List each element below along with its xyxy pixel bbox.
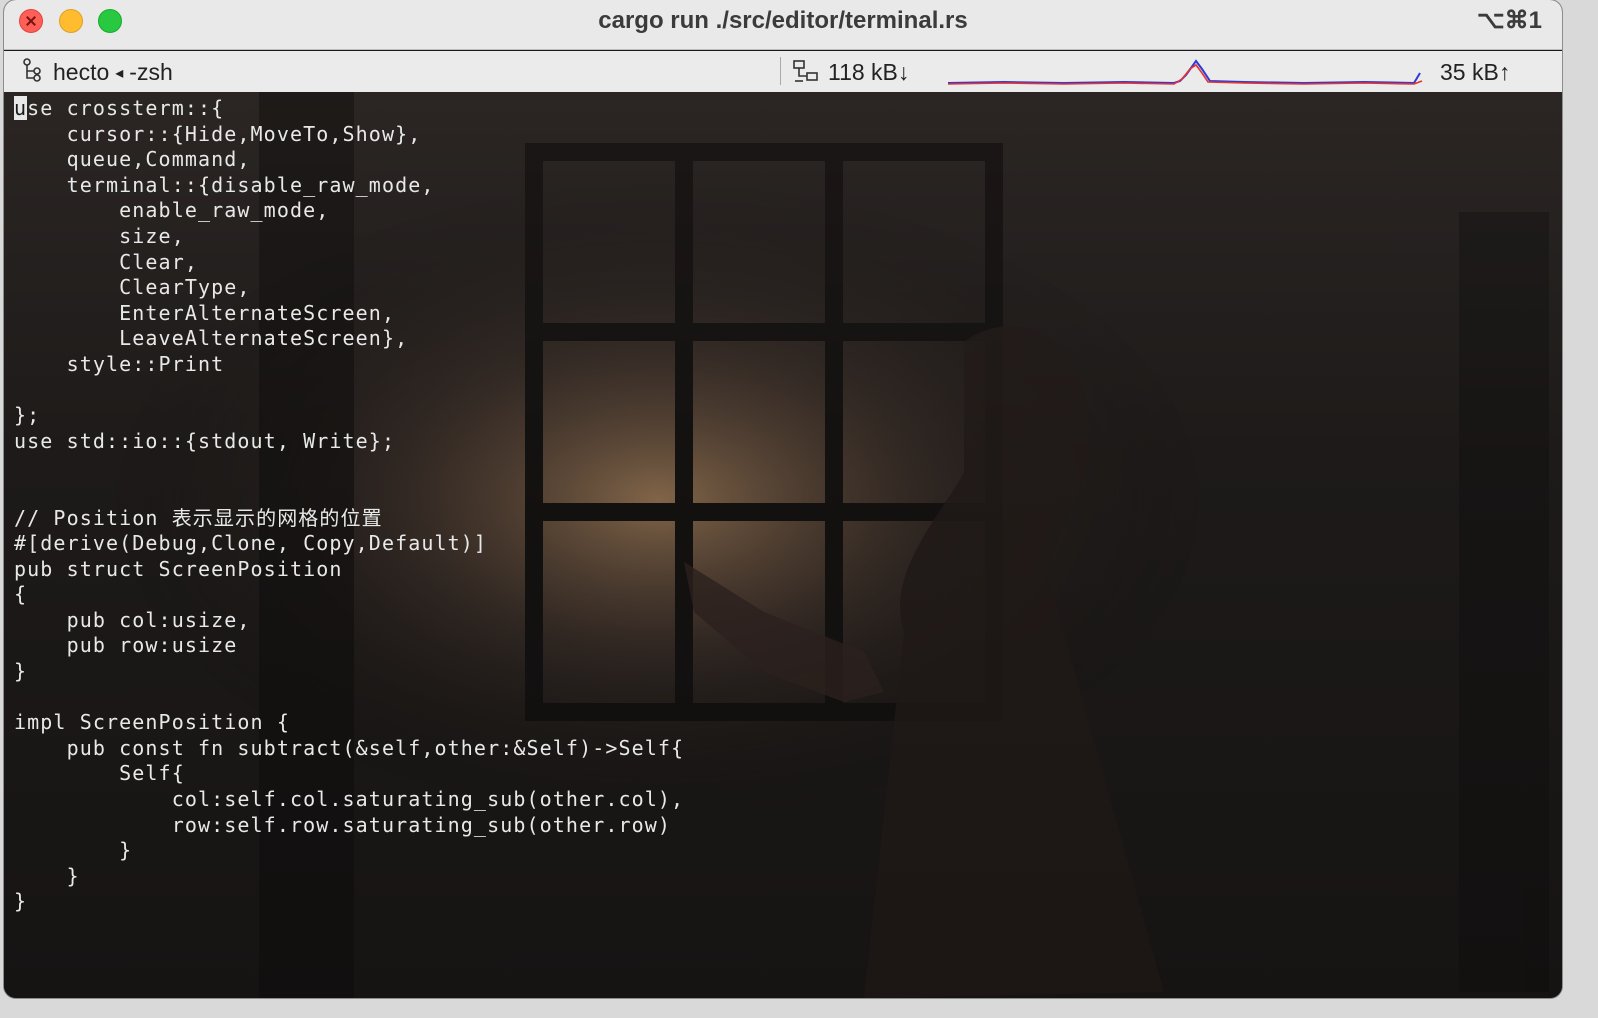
network-sparkline <box>947 59 1423 85</box>
shell-name: -zsh <box>129 59 173 85</box>
status-bar: hecto ◂ -zsh 118 kB↓ 35 kB↑ <box>4 51 1562 92</box>
network-in: 118 kB↓ <box>828 59 910 85</box>
process-name: hecto <box>53 59 110 85</box>
process-separator: ◂ <box>115 65 124 82</box>
code-text: se crossterm::{ cursor::{Hide,MoveTo,Sho… <box>14 96 685 914</box>
window-shortcut: ⌥⌘1 <box>1476 7 1542 34</box>
terminal-pane[interactable]: use crossterm::{ cursor::{Hide,MoveTo,Sh… <box>4 92 1562 998</box>
status-divider <box>780 57 781 85</box>
title-bar[interactable]: cargo run ./src/editor/terminal.rs ⌥⌘1 <box>4 0 1562 50</box>
window-title: cargo run ./src/editor/terminal.rs <box>598 7 968 34</box>
code-output[interactable]: use crossterm::{ cursor::{Hide,MoveTo,Sh… <box>14 96 684 915</box>
process-label: hecto ◂ -zsh <box>53 59 173 86</box>
text-cursor: u <box>14 96 28 120</box>
process-tree-icon <box>23 58 41 82</box>
terminal-window: cargo run ./src/editor/terminal.rs ⌥⌘1 h… <box>4 0 1562 998</box>
network-icon <box>793 60 818 82</box>
network-out: 35 kB↑ <box>1440 59 1511 85</box>
